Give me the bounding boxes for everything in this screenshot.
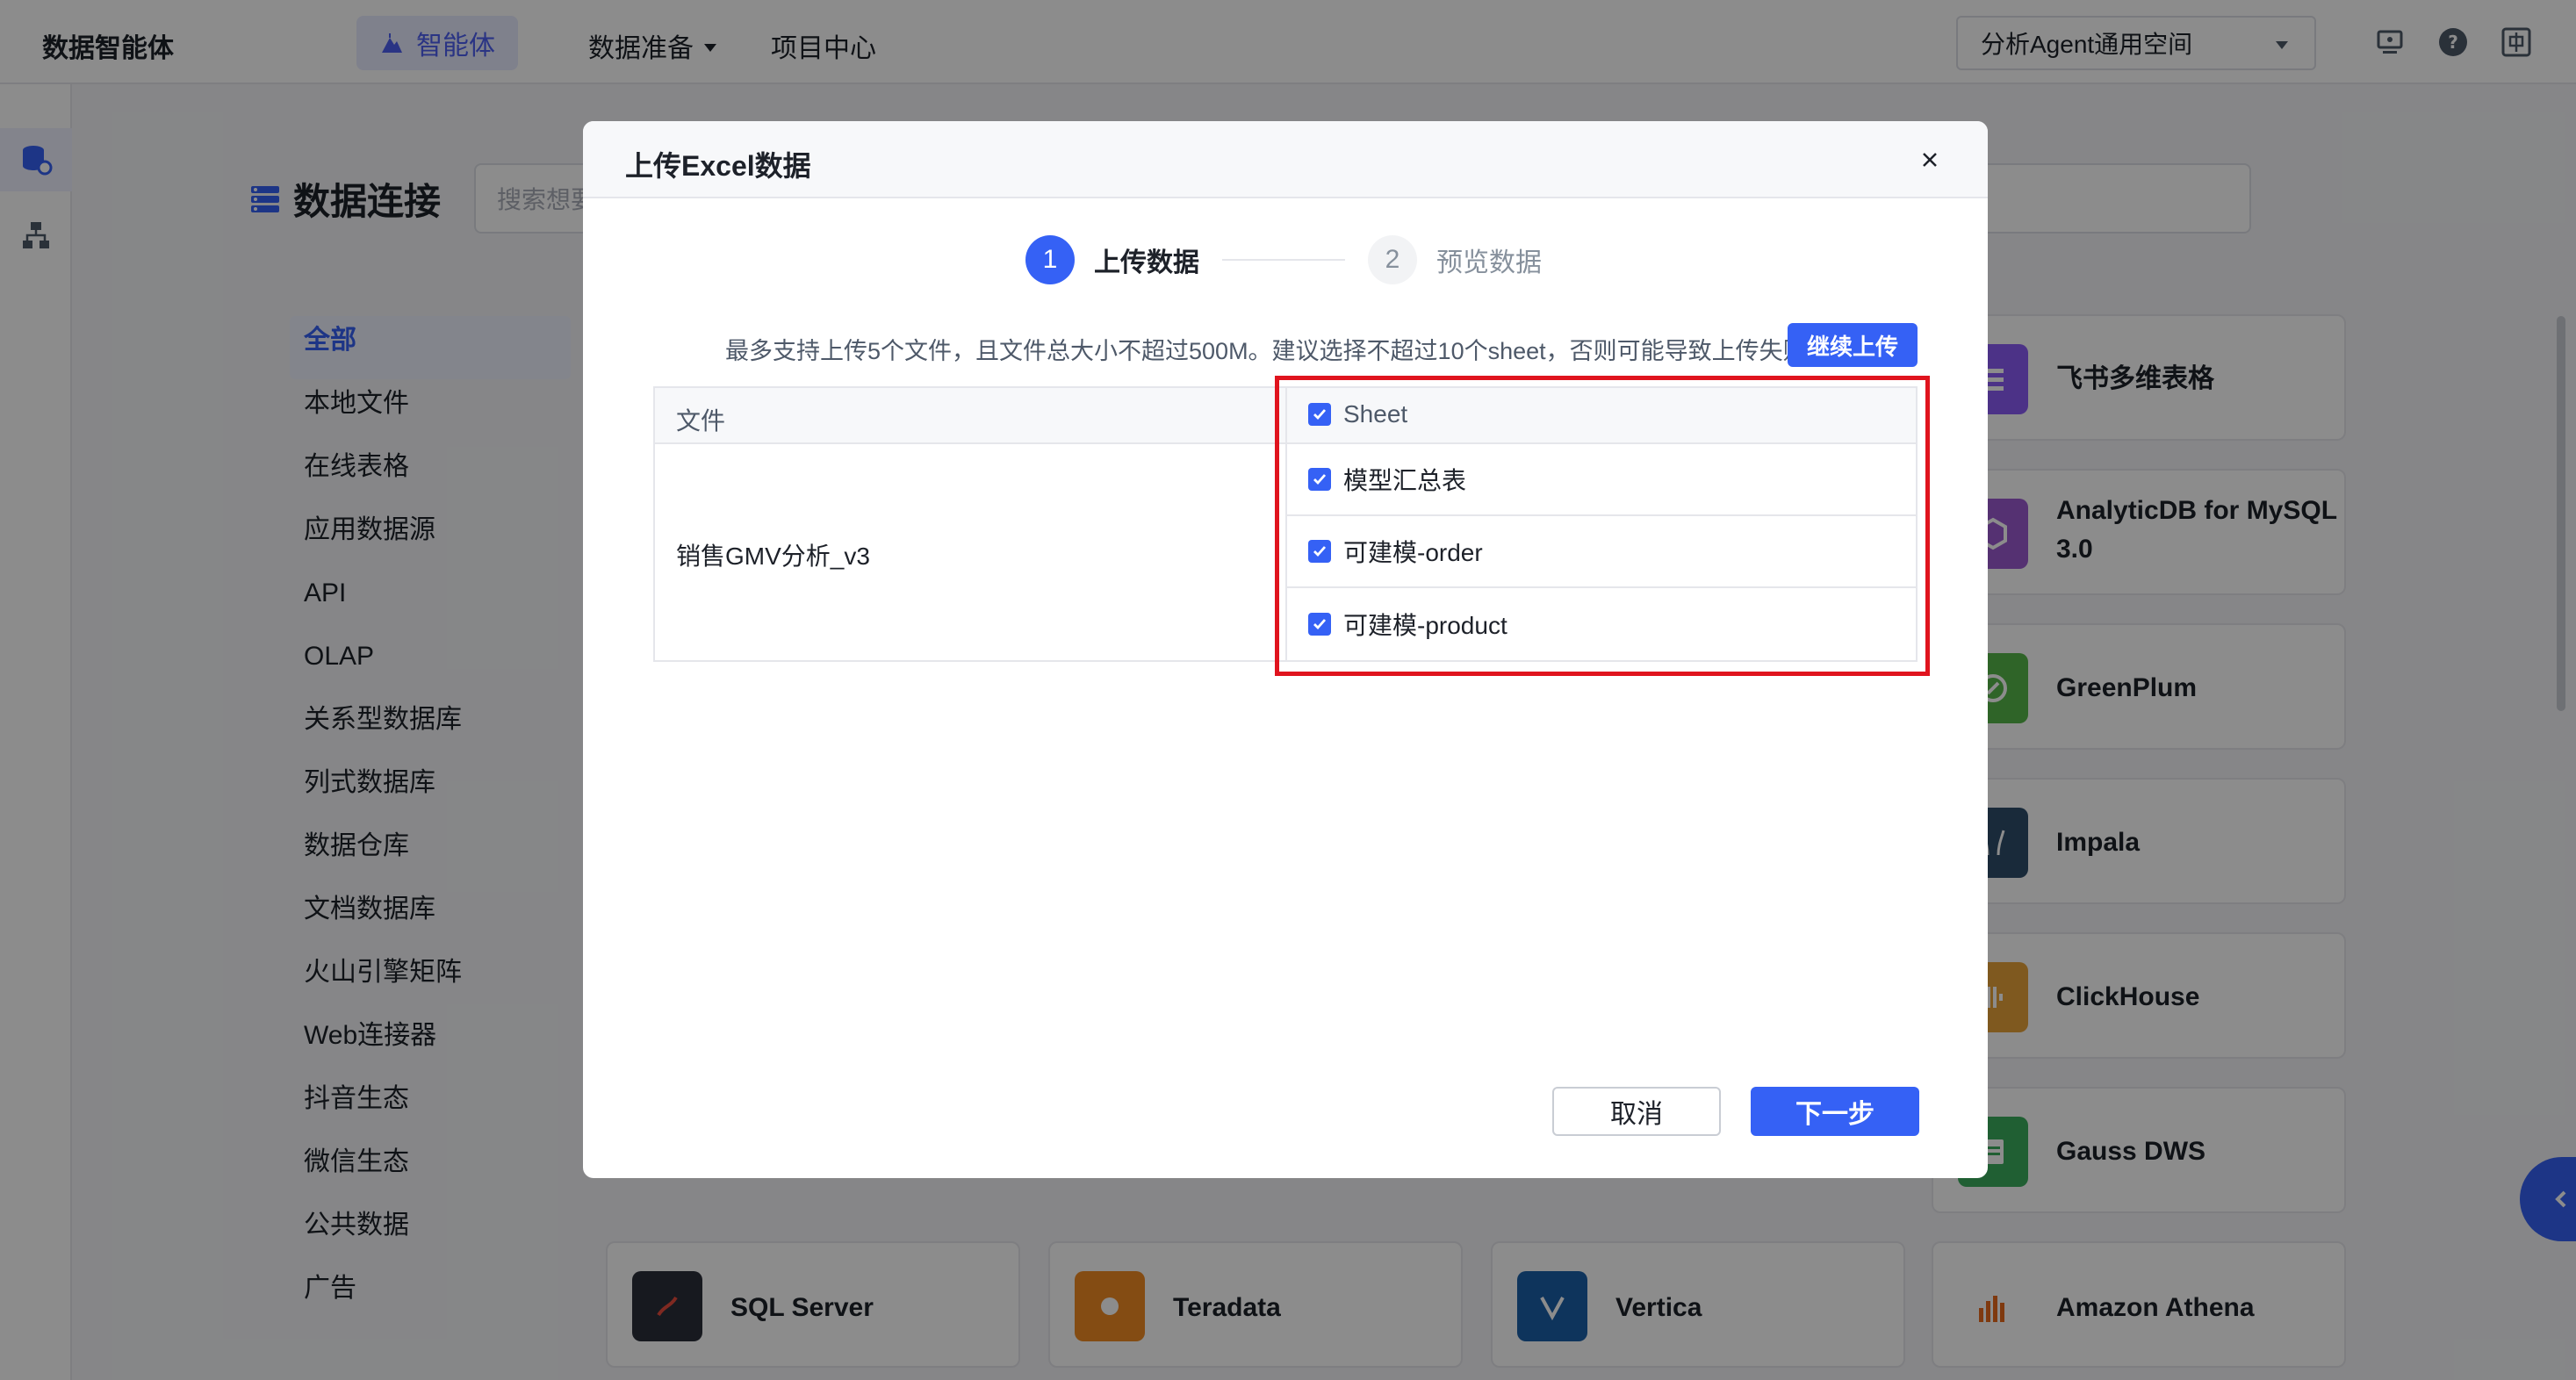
step-indicator: 1 上传数据 2 预览数据 bbox=[1025, 234, 1542, 286]
upload-hint: 最多支持上传5个文件，且文件总大小不超过500M。建议选择不超过10个sheet… bbox=[725, 338, 1807, 364]
highlight-annotation-box bbox=[1275, 376, 1930, 676]
step-2-label: 预览数据 bbox=[1436, 248, 1542, 277]
next-step-button[interactable]: 下一步 bbox=[1751, 1087, 1919, 1136]
continue-upload-button[interactable]: 继续上传 bbox=[1788, 323, 1918, 367]
step-1-label: 上传数据 bbox=[1094, 248, 1199, 277]
file-name-cell: 销售GMV分析_v3 bbox=[676, 543, 870, 570]
step-connector bbox=[1222, 259, 1345, 261]
modal-header: 上传Excel数据 bbox=[583, 121, 1988, 198]
step-2-number: 2 bbox=[1368, 235, 1417, 284]
column-header-file: 文件 bbox=[676, 407, 726, 435]
step-1-number: 1 bbox=[1025, 235, 1075, 284]
modal-title: 上传Excel数据 bbox=[625, 150, 811, 182]
close-icon bbox=[1923, 153, 1937, 167]
cancel-button[interactable]: 取消 bbox=[1552, 1087, 1721, 1136]
upload-excel-modal: 上传Excel数据 1 上传数据 2 预览数据 最多支持上传5个文件，且文件总大… bbox=[583, 121, 1988, 1178]
close-button[interactable] bbox=[1914, 144, 1946, 176]
